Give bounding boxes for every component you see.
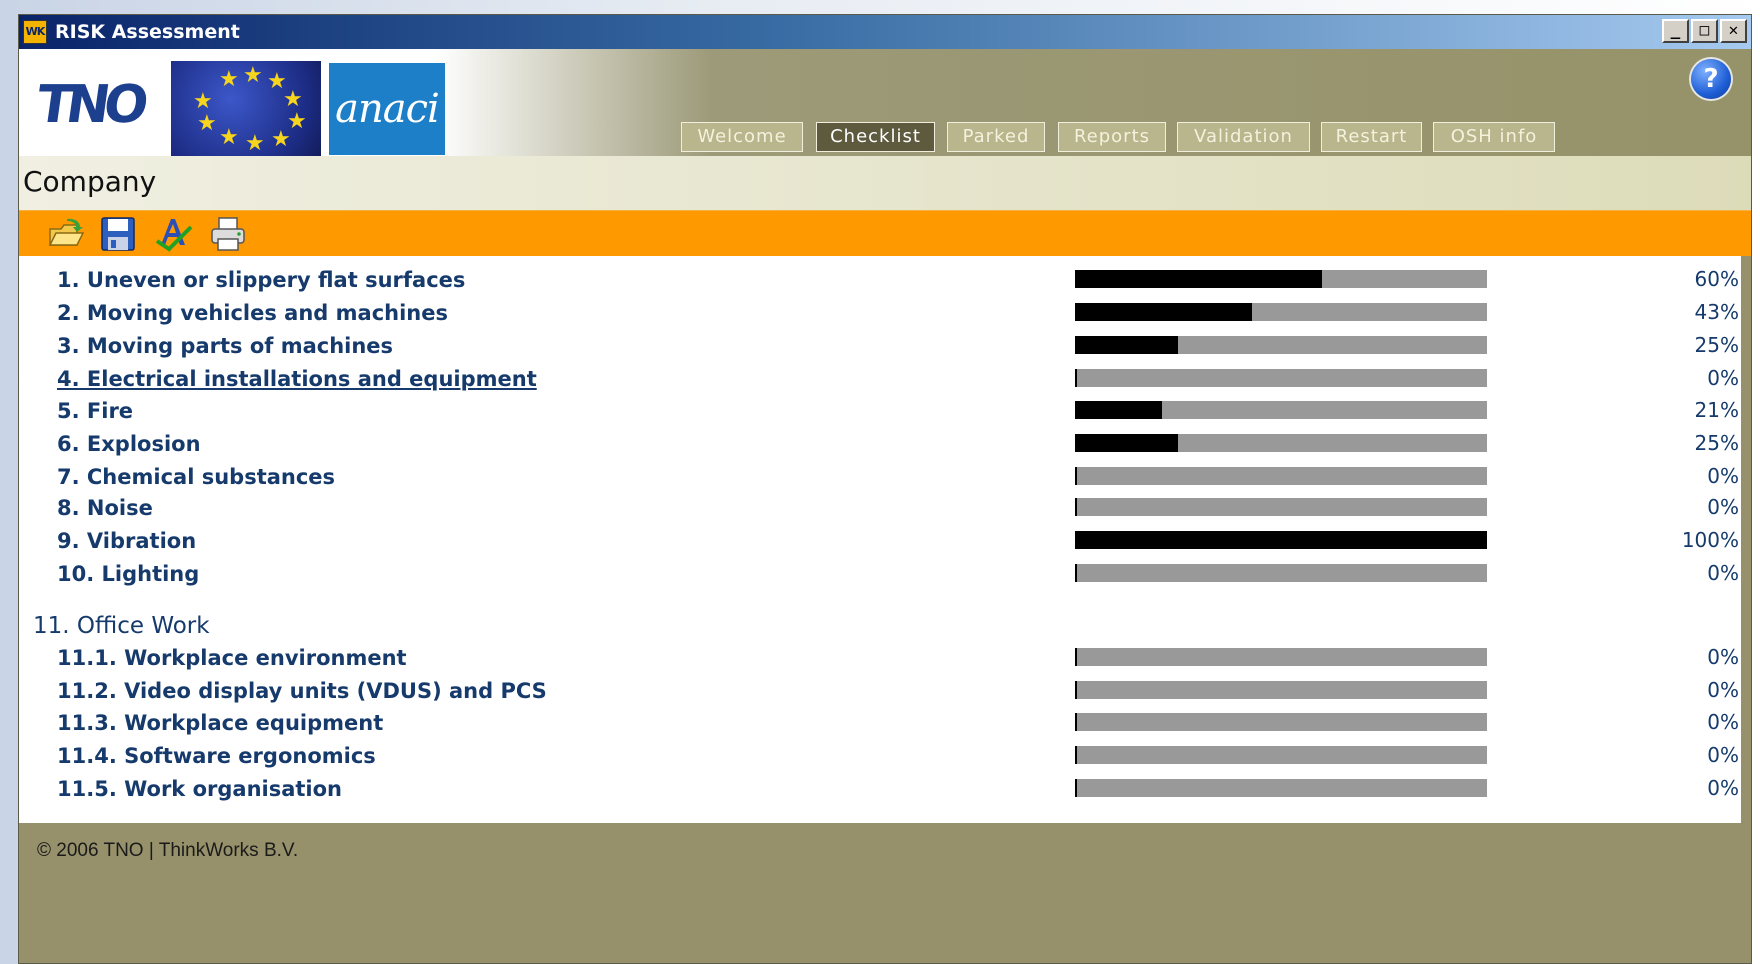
- progress-percent: 0%: [1707, 710, 1739, 734]
- checklist-item-label[interactable]: 9. Vibration: [57, 529, 196, 553]
- open-folder-icon[interactable]: [47, 215, 85, 253]
- progress-percent: 60%: [1694, 267, 1739, 291]
- maximize-button[interactable]: □: [1691, 19, 1718, 43]
- progress-bar: [1075, 713, 1487, 731]
- checklist-item-label[interactable]: 5. Fire: [57, 399, 133, 423]
- section-heading[interactable]: 11. Office Work: [33, 613, 210, 639]
- checklist-row[interactable]: 4. Electrical installations and equipmen…: [19, 364, 1741, 394]
- checklist-row[interactable]: 11.4. Software ergonomics 0%: [19, 741, 1741, 771]
- page-title: Company: [23, 165, 157, 198]
- save-icon[interactable]: [99, 215, 137, 253]
- copyright-text: © 2006 TNO | ThinkWorks B.V.: [37, 840, 299, 861]
- anaci-logo: anaci: [329, 63, 445, 155]
- checklist-row[interactable]: 6. Explosion 25%: [19, 429, 1741, 459]
- progress-percent: 25%: [1694, 431, 1739, 455]
- minimize-button[interactable]: _: [1662, 19, 1689, 43]
- checklist-row[interactable]: 11.3. Workplace equipment 0%: [19, 708, 1741, 738]
- progress-bar: [1075, 779, 1487, 797]
- progress-bar: [1075, 434, 1487, 452]
- eu-flag-image: ★ ★ ★ ★ ★ ★ ★ ★ ★ ★: [171, 61, 321, 156]
- checklist-row[interactable]: 10. Lighting 0%: [19, 559, 1741, 589]
- tno-logo: TNO: [25, 63, 155, 147]
- progress-percent: 43%: [1694, 300, 1739, 324]
- checklist-panel: 1. Uneven or slippery flat surfaces 60% …: [19, 256, 1741, 823]
- app-window: WK RISK Assessment _ □ ✕ TNO ★ ★ ★ ★ ★ ★ ★ ★ ★…: [18, 14, 1752, 964]
- tab-parked[interactable]: Parked: [947, 122, 1045, 152]
- app-icon[interactable]: WK: [23, 20, 47, 44]
- checklist-item-label[interactable]: 10. Lighting: [57, 562, 199, 586]
- progress-bar: [1075, 336, 1487, 354]
- checklist-item-label[interactable]: 1. Uneven or slippery flat surfaces: [57, 268, 465, 292]
- progress-bar: [1075, 564, 1487, 582]
- progress-percent: 0%: [1707, 464, 1739, 488]
- spell-check-icon[interactable]: [155, 215, 193, 253]
- checklist-item-label[interactable]: 11.4. Software ergonomics: [57, 744, 376, 768]
- checklist-item-label[interactable]: 11.3. Workplace equipment: [57, 711, 383, 735]
- help-button[interactable]: ?: [1691, 59, 1731, 99]
- close-button[interactable]: ✕: [1720, 19, 1747, 43]
- checklist-item-label[interactable]: 11.2. Video display units (VDUS) and PCS: [57, 679, 547, 703]
- print-icon[interactable]: [209, 215, 247, 253]
- progress-percent: 100%: [1681, 528, 1739, 552]
- checklist-row[interactable]: 5. Fire 21%: [19, 396, 1741, 426]
- progress-percent: 0%: [1707, 743, 1739, 767]
- progress-bar: [1075, 401, 1487, 419]
- progress-percent: 21%: [1694, 398, 1739, 422]
- checklist-row[interactable]: 11.1. Workplace environment 0%: [19, 643, 1741, 673]
- toolbar: [19, 210, 1751, 256]
- progress-percent: 0%: [1707, 495, 1739, 519]
- checklist-item-label[interactable]: 3. Moving parts of machines: [57, 334, 393, 358]
- checklist-item-label[interactable]: 8. Noise: [57, 496, 153, 520]
- company-header: Company: [19, 156, 1751, 210]
- checklist-item-label[interactable]: 11.5. Work organisation: [57, 777, 342, 801]
- checklist-row[interactable]: 2. Moving vehicles and machines 43%: [19, 298, 1741, 328]
- tab-restart[interactable]: Restart: [1321, 122, 1422, 152]
- header-banner: TNO ★ ★ ★ ★ ★ ★ ★ ★ ★ ★ anaci ? Welcome Checkl…: [19, 49, 1751, 156]
- progress-bar: [1075, 648, 1487, 666]
- progress-percent: 0%: [1707, 366, 1739, 390]
- progress-bar: [1075, 498, 1487, 516]
- checklist-item-label[interactable]: 7. Chemical substances: [57, 465, 335, 489]
- progress-percent: 0%: [1707, 776, 1739, 800]
- progress-percent: 0%: [1707, 678, 1739, 702]
- checklist-item-label[interactable]: 6. Explosion: [57, 432, 201, 456]
- progress-bar: [1075, 270, 1487, 288]
- progress-bar: [1075, 531, 1487, 549]
- progress-bar: [1075, 681, 1487, 699]
- progress-bar: [1075, 369, 1487, 387]
- checklist-row[interactable]: 8. Noise 0%: [19, 493, 1741, 523]
- window-title: RISK Assessment: [55, 21, 240, 43]
- checklist-row[interactable]: 3. Moving parts of machines 25%: [19, 331, 1741, 361]
- tab-reports[interactable]: Reports: [1058, 122, 1166, 152]
- progress-bar: [1075, 467, 1487, 485]
- progress-percent: 25%: [1694, 333, 1739, 357]
- checklist-row[interactable]: 9. Vibration 100%: [19, 526, 1741, 556]
- footer: © 2006 TNO | ThinkWorks B.V.: [19, 823, 1751, 873]
- progress-bar: [1075, 746, 1487, 764]
- tab-welcome[interactable]: Welcome: [681, 122, 803, 152]
- checklist-row[interactable]: 11.2. Video display units (VDUS) and PCS…: [19, 676, 1741, 706]
- checklist-row[interactable]: 7. Chemical substances 0%: [19, 462, 1741, 492]
- checklist-row[interactable]: 11.5. Work organisation 0%: [19, 774, 1741, 804]
- tab-osh-info[interactable]: OSH info: [1433, 122, 1555, 152]
- title-bar[interactable]: WK RISK Assessment _ □ ✕: [19, 15, 1751, 49]
- progress-bar: [1075, 303, 1487, 321]
- tab-validation[interactable]: Validation: [1177, 122, 1310, 152]
- checklist-item-label[interactable]: 2. Moving vehicles and machines: [57, 301, 448, 325]
- checklist-row[interactable]: 1. Uneven or slippery flat surfaces 60%: [19, 265, 1741, 295]
- checklist-item-label[interactable]: 11.1. Workplace environment: [57, 646, 407, 670]
- checklist-item-link[interactable]: 4. Electrical installations and equipmen…: [57, 367, 537, 391]
- tab-checklist[interactable]: Checklist: [816, 122, 935, 152]
- progress-percent: 0%: [1707, 561, 1739, 585]
- progress-percent: 0%: [1707, 645, 1739, 669]
